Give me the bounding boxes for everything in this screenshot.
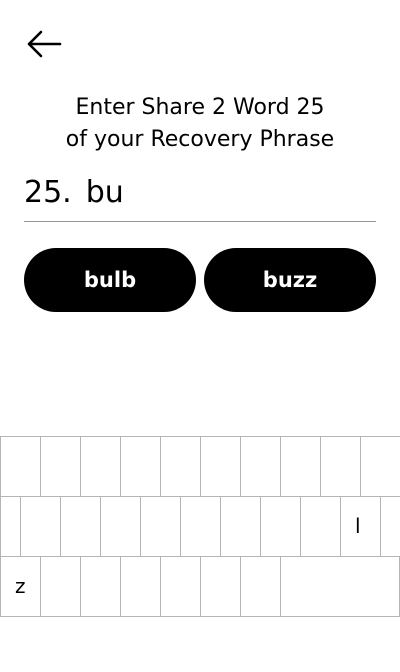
key[interactable] [120,556,161,617]
key-l[interactable]: l [340,496,381,557]
key[interactable] [380,496,400,557]
suggestion-list: bulb buzz [24,248,376,312]
suggestion-button-buzz[interactable]: buzz [204,248,376,312]
key[interactable] [240,556,281,617]
keyboard: l z [0,436,400,617]
back-button[interactable] [24,26,64,62]
key[interactable] [40,556,81,617]
word-input-value: bu [85,175,124,210]
key[interactable] [140,496,181,557]
key[interactable] [80,436,121,497]
prompt-line-2: of your Recovery Phrase [65,127,335,152]
key[interactable] [260,496,301,557]
key[interactable] [200,436,241,497]
key[interactable] [100,496,141,557]
key[interactable] [360,436,400,497]
key[interactable] [280,556,400,617]
key[interactable] [0,436,41,497]
key[interactable] [240,436,281,497]
key[interactable] [0,496,21,557]
key[interactable] [120,436,161,497]
key[interactable] [200,556,241,617]
word-number: 25. [24,175,72,210]
key[interactable] [300,496,341,557]
key[interactable] [160,436,201,497]
key[interactable] [220,496,261,557]
key[interactable] [60,496,101,557]
key[interactable] [40,436,81,497]
arrow-left-icon [24,26,64,62]
prompt-text: Enter Share 2 Word 25 of your Recovery P… [0,92,400,156]
key[interactable] [80,556,121,617]
key[interactable] [160,556,201,617]
key[interactable] [320,436,361,497]
prompt-line-1: Enter Share 2 Word 25 [75,95,325,120]
word-input-field[interactable]: 25. bu [24,172,376,222]
key-z[interactable]: z [0,556,41,617]
suggestion-button-bulb[interactable]: bulb [24,248,196,312]
key[interactable] [280,436,321,497]
key[interactable] [20,496,61,557]
key[interactable] [180,496,221,557]
